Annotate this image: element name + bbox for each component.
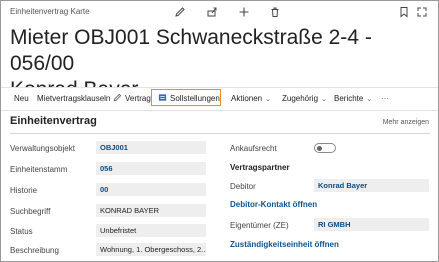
field-suchbegriff[interactable]: KONRAD BAYER [96,204,206,217]
action-vertrag[interactable]: Vertrag [113,88,151,110]
expand-icon[interactable] [416,6,428,18]
vertragspartner-heading: Vertragspartner [230,163,290,172]
share-icon[interactable] [206,6,218,18]
section-title: Einheitenvertrag [10,115,97,127]
selected-action-highlight [151,89,221,106]
action-neu[interactable]: Neu [14,88,29,110]
field-historie[interactable]: 00 [96,183,206,196]
label-ankaufsrecht: Ankaufsrecht [230,144,277,153]
action-aktionen-label: Aktionen [231,94,263,103]
action-aktionen[interactable]: Aktionen ⌄ [231,88,271,110]
debitor-kontakt-link[interactable]: Debitor-Kontakt öffnen [230,200,317,209]
ankaufsrecht-toggle[interactable] [314,143,336,153]
edit-pencil-icon[interactable] [174,6,186,18]
action-mietvertragsklauseln[interactable]: Mietvertragsklauseln [37,88,110,110]
pen-icon [113,93,122,102]
action-zugehoerig-label: Zugehörig [282,94,319,103]
bookmark-icon[interactable] [398,6,410,18]
label-einheitenstamm: Einheitenstamm [10,165,68,174]
field-einheitenstamm[interactable]: 056 [96,162,206,175]
field-debitor[interactable]: Konrad Bayer [314,179,429,192]
show-more-link[interactable]: Mehr anzeigen [383,119,429,126]
chevron-down-icon: ⌄ [321,96,327,103]
toggle-knob [317,146,322,151]
label-historie: Historie [10,186,38,195]
label-suchbegriff: Suchbegriff [10,207,51,216]
field-verwaltungsobjekt[interactable]: OBJ001 [96,141,206,154]
action-berichte[interactable]: Berichte ⌄ [334,88,372,110]
top-bar: Einheitenvertrag Karte [1,1,438,23]
action-vertrag-label: Vertrag [125,94,151,103]
chevron-down-icon: ⌄ [366,96,373,103]
field-beschreibung[interactable]: Wohnung, 1. Obergeschoss, 2... [96,243,206,256]
add-icon[interactable] [238,6,250,18]
zustaendigkeitseinheit-link[interactable]: Zuständigkeitseinheit öffnen [230,240,339,249]
chevron-down-icon: ⌄ [265,96,272,103]
delete-icon[interactable] [269,6,281,18]
page-title-line1: Mieter OBJ001 Schwaneckstraße 2-4 - 056/… [10,26,372,75]
label-status: Status [10,227,33,236]
field-status[interactable]: Unbefristet [96,224,206,237]
label-debitor: Debitor [230,182,256,191]
page-caption: Einheitenvertrag Karte [10,7,90,16]
label-eigentuemer: Eigentümer (ZE) [230,221,289,230]
label-verwaltungsobjekt: Verwaltungsobjekt [10,144,75,153]
section-divider [10,133,430,134]
action-zugehoerig[interactable]: Zugehörig ⌄ [282,88,327,110]
field-eigentuemer[interactable]: RI GMBH [314,218,429,231]
label-beschreibung: Beschreibung [10,246,59,255]
card-page: Einheitenvertrag Karte Mieter OBJ001 Sch… [0,0,439,262]
action-berichte-label: Berichte [334,94,364,103]
more-actions-button[interactable]: ··· [381,88,389,110]
